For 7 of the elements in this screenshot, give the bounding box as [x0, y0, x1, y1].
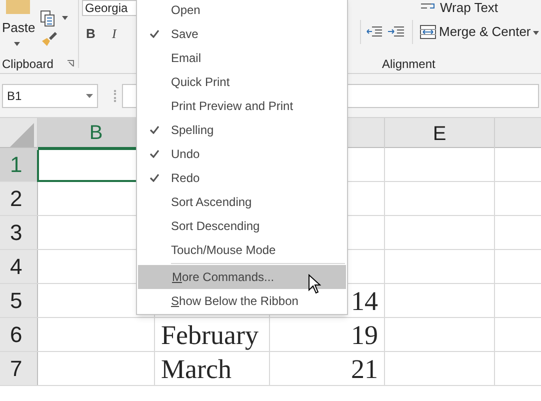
group-label: Alignment [382, 56, 436, 73]
group-label: Clipboard [2, 56, 54, 73]
table-cell: 21 [351, 354, 378, 384]
table-cell: 14 [351, 286, 378, 316]
table-cell: 19 [351, 320, 378, 350]
table-cell: February [161, 320, 258, 350]
table-cell: March [161, 354, 232, 384]
